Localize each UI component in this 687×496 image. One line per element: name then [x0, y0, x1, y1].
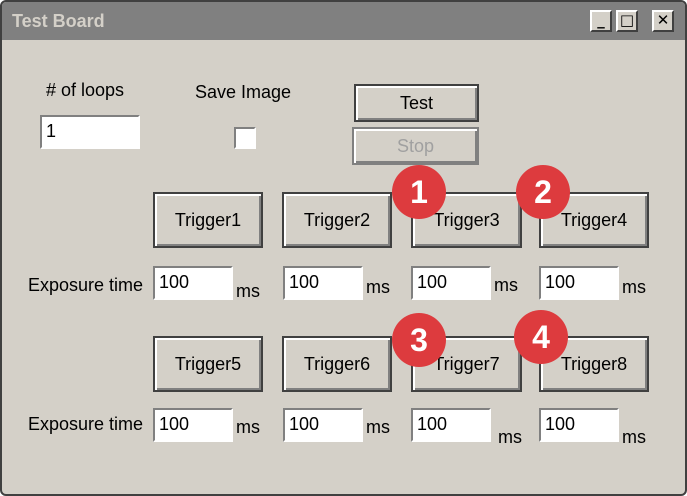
maximize-button[interactable]: □: [616, 10, 638, 32]
exposure-time-label-1: Exposure time: [28, 275, 144, 295]
annotation-badge-4: 4: [514, 310, 568, 364]
trigger2-exposure-input[interactable]: 100: [283, 266, 363, 300]
loops-input[interactable]: 1: [40, 115, 140, 149]
save-image-label: Save Image: [195, 82, 292, 102]
save-image-checkbox[interactable]: [234, 127, 256, 149]
trigger6-button[interactable]: Trigger6: [282, 336, 392, 392]
trigger1-exposure-input[interactable]: 100: [153, 266, 233, 300]
trigger6-exposure-input[interactable]: 100: [283, 408, 363, 442]
trigger6-unit: ms: [366, 417, 390, 437]
annotation-badge-2: 2: [516, 165, 570, 219]
trigger7-exposure-input[interactable]: 100: [411, 408, 491, 442]
test-board-window: Test Board _ □ ✕ # of loops 1 Save Image…: [0, 0, 687, 496]
loops-label: # of loops: [46, 80, 125, 100]
title-bar[interactable]: Test Board _ □ ✕: [2, 2, 685, 40]
stop-button[interactable]: Stop: [352, 127, 479, 165]
trigger3-unit: ms: [494, 275, 518, 295]
trigger5-unit: ms: [236, 417, 260, 437]
trigger2-button[interactable]: Trigger2: [282, 192, 392, 248]
window-title: Test Board: [12, 11, 105, 31]
trigger5-button[interactable]: Trigger5: [153, 336, 263, 392]
trigger1-button[interactable]: Trigger1: [153, 192, 263, 248]
test-button[interactable]: Test: [354, 84, 479, 122]
trigger7-unit: ms: [498, 427, 522, 447]
trigger4-unit: ms: [622, 277, 646, 297]
minimize-button[interactable]: _: [590, 10, 612, 32]
trigger3-exposure-input[interactable]: 100: [411, 266, 491, 300]
close-button[interactable]: ✕: [652, 10, 674, 32]
annotation-badge-3: 3: [392, 313, 446, 367]
trigger2-unit: ms: [366, 277, 390, 297]
trigger8-unit: ms: [622, 427, 646, 447]
exposure-time-label-2: Exposure time: [28, 414, 144, 434]
trigger8-exposure-input[interactable]: 100: [539, 408, 619, 442]
annotation-badge-1: 1: [392, 165, 446, 219]
trigger1-unit: ms: [236, 281, 260, 301]
trigger4-exposure-input[interactable]: 100: [539, 266, 619, 300]
trigger5-exposure-input[interactable]: 100: [153, 408, 233, 442]
